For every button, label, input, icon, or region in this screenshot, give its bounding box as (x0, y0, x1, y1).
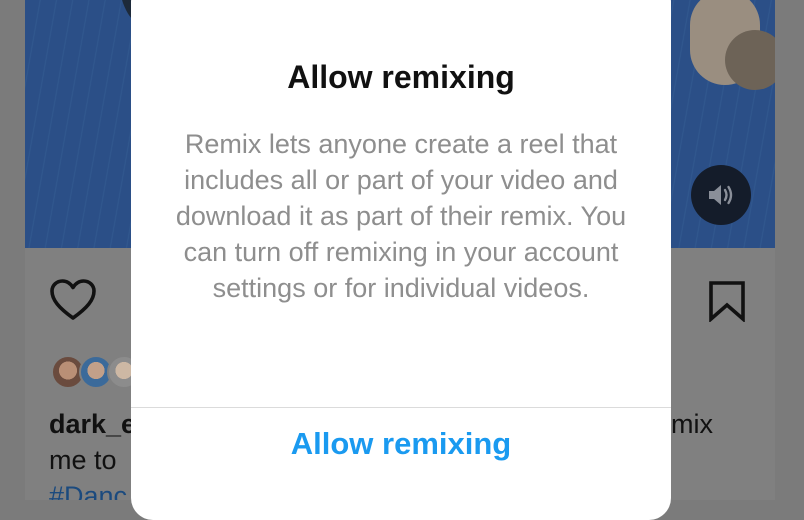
caption-text-fragment: mix (671, 409, 713, 439)
caption-user[interactable]: dark_e (49, 409, 136, 439)
speaker-icon (709, 185, 733, 205)
save-button[interactable] (708, 280, 746, 327)
caption-hashtag[interactable]: #Danc (49, 478, 127, 500)
like-button[interactable] (49, 278, 97, 327)
caption-text-line: me to (49, 445, 117, 475)
caption-username[interactable]: dark_e (49, 406, 136, 442)
allow-remixing-button[interactable]: Allow remixing (131, 408, 671, 480)
heart-icon (50, 279, 96, 320)
allow-remixing-dialog: Allow remixing Remix lets anyone create … (131, 0, 671, 520)
dialog-title: Allow remixing (287, 59, 515, 95)
dialog-message: Remix lets anyone create a reel that inc… (175, 129, 627, 303)
sound-toggle-button[interactable] (691, 165, 751, 225)
bookmark-icon (709, 281, 745, 323)
